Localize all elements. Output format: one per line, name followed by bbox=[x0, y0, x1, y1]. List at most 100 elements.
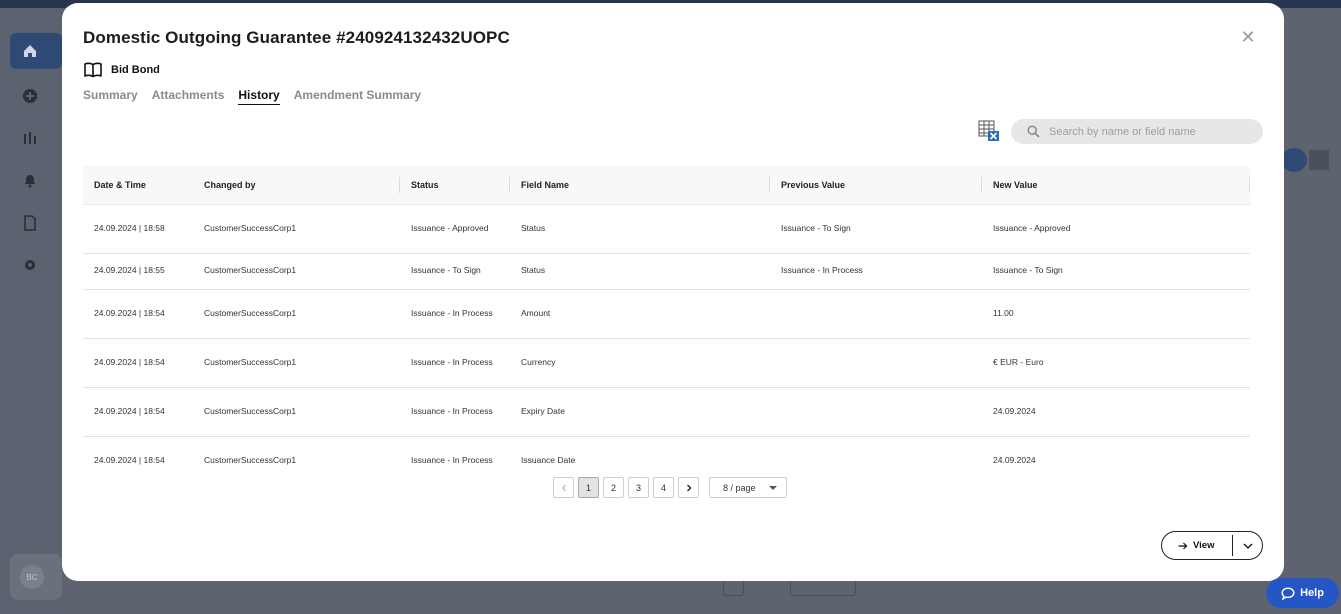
view-options-dropdown[interactable] bbox=[1233, 532, 1262, 559]
sidebar-item-reports bbox=[10, 120, 62, 156]
cell-date-time: 24.09.2024 | 18:54 bbox=[83, 387, 193, 437]
cell-status: Issuance - To Sign bbox=[400, 253, 510, 290]
view-button[interactable]: View bbox=[1162, 532, 1232, 559]
search-field[interactable] bbox=[1011, 119, 1263, 144]
user-profile: BC bbox=[10, 554, 62, 600]
close-icon[interactable]: ✕ bbox=[1238, 27, 1258, 47]
table-row: 24.09.2024 | 18:54 CustomerSuccessCorp1 … bbox=[83, 436, 1250, 468]
bar-chart-icon bbox=[24, 132, 36, 144]
home-icon bbox=[24, 45, 36, 57]
help-label: Help bbox=[1300, 587, 1324, 599]
cell-changed-by: CustomerSuccessCorp1 bbox=[193, 253, 400, 290]
chevron-right-icon bbox=[686, 484, 691, 491]
column-header-date-time[interactable]: Date & Time bbox=[83, 166, 193, 205]
tab-bar: Summary Attachments History Amendment Su… bbox=[83, 88, 421, 105]
sidebar: BC bbox=[0, 8, 62, 614]
column-header-changed-by[interactable]: Changed by bbox=[193, 166, 400, 205]
search-icon bbox=[1027, 125, 1040, 138]
cell-date-time: 24.09.2024 | 18:55 bbox=[83, 253, 193, 290]
tab-amendment-summary[interactable]: Amendment Summary bbox=[294, 88, 421, 105]
cell-new-value: Issuance - To Sign bbox=[982, 253, 1250, 290]
table-row: 24.09.2024 | 18:55 CustomerSuccessCorp1 … bbox=[83, 253, 1250, 290]
cell-changed-by: CustomerSuccessCorp1 bbox=[193, 387, 400, 437]
cell-previous-value bbox=[770, 289, 982, 339]
sidebar-item-admin bbox=[10, 247, 62, 283]
guarantee-type-label: Bid Bond bbox=[111, 64, 160, 76]
background-view-toggle bbox=[1281, 148, 1331, 172]
table-row: 24.09.2024 | 18:54 CustomerSuccessCorp1 … bbox=[83, 289, 1250, 339]
cell-new-value: € EUR - Euro bbox=[982, 338, 1250, 388]
view-split-button: View bbox=[1161, 531, 1263, 560]
cell-field-name: Currency bbox=[510, 338, 770, 388]
bell-icon bbox=[25, 175, 35, 188]
modal-title: Domestic Outgoing Guarantee #24092413243… bbox=[83, 28, 510, 47]
help-button[interactable]: Help bbox=[1266, 578, 1339, 608]
table-header-row: Date & Time Changed by Status Field Name… bbox=[83, 166, 1250, 205]
guarantee-details-modal: Domestic Outgoing Guarantee #24092413243… bbox=[62, 3, 1284, 581]
sidebar-item-notifications bbox=[10, 162, 62, 198]
column-header-status[interactable]: Status bbox=[400, 166, 510, 205]
column-header-previous-value[interactable]: Previous Value bbox=[770, 166, 982, 205]
cell-field-name: Issuance Date bbox=[510, 436, 770, 468]
sidebar-item-home bbox=[10, 33, 62, 69]
cell-previous-value bbox=[770, 436, 982, 468]
page-size-select[interactable]: 8 / page bbox=[709, 477, 787, 498]
page-button-2[interactable]: 2 bbox=[603, 477, 624, 498]
tab-history[interactable]: History bbox=[238, 88, 280, 105]
cell-previous-value: Issuance - To Sign bbox=[770, 204, 982, 254]
caret-down-icon bbox=[769, 486, 777, 490]
column-header-new-value[interactable]: New Value bbox=[982, 166, 1250, 205]
column-header-field-name[interactable]: Field Name bbox=[510, 166, 770, 205]
chevron-left-icon bbox=[561, 484, 566, 491]
page-size-value: 8 / page bbox=[723, 482, 756, 493]
cell-status: Issuance - In Process bbox=[400, 387, 510, 437]
table-row: 24.09.2024 | 18:54 CustomerSuccessCorp1 … bbox=[83, 387, 1250, 437]
cell-status: Issuance - In Process bbox=[400, 436, 510, 468]
grid-view-icon bbox=[1281, 148, 1307, 172]
page-button-3[interactable]: 3 bbox=[628, 477, 649, 498]
history-table: Date & Time Changed by Status Field Name… bbox=[83, 166, 1250, 468]
cell-new-value: 24.09.2024 bbox=[982, 436, 1250, 468]
cell-date-time: 24.09.2024 | 18:54 bbox=[83, 289, 193, 339]
list-view-icon bbox=[1309, 150, 1329, 170]
document-icon bbox=[24, 215, 36, 231]
cell-previous-value bbox=[770, 338, 982, 388]
pagination: 1 2 3 4 8 / page bbox=[553, 477, 787, 498]
gear-icon bbox=[25, 260, 35, 270]
next-page-button[interactable] bbox=[678, 477, 699, 498]
cell-previous-value bbox=[770, 387, 982, 437]
sidebar-item-new bbox=[10, 78, 62, 114]
page-button-4[interactable]: 4 bbox=[653, 477, 674, 498]
sidebar-item-tasks bbox=[10, 205, 62, 241]
cell-date-time: 24.09.2024 | 18:54 bbox=[83, 436, 193, 468]
cell-field-name: Status bbox=[510, 253, 770, 290]
cell-status: Issuance - In Process bbox=[400, 338, 510, 388]
chat-bubble-icon bbox=[1281, 586, 1295, 600]
avatar: BC bbox=[20, 565, 44, 589]
cell-field-name: Amount bbox=[510, 289, 770, 339]
guarantee-type: Bid Bond bbox=[83, 60, 160, 80]
plus-circle-icon bbox=[23, 89, 37, 103]
cell-date-time: 24.09.2024 | 18:58 bbox=[83, 204, 193, 254]
export-excel-icon[interactable] bbox=[978, 120, 1000, 142]
search-input[interactable] bbox=[1049, 125, 1249, 138]
tab-attachments[interactable]: Attachments bbox=[152, 88, 225, 105]
page-button-1[interactable]: 1 bbox=[578, 477, 599, 498]
prev-page-button[interactable] bbox=[553, 477, 574, 498]
cell-changed-by: CustomerSuccessCorp1 bbox=[193, 436, 400, 468]
cell-changed-by: CustomerSuccessCorp1 bbox=[193, 289, 400, 339]
arrow-right-icon bbox=[1178, 542, 1188, 549]
table-row: 24.09.2024 | 18:54 CustomerSuccessCorp1 … bbox=[83, 338, 1250, 388]
cell-status: Issuance - Approved bbox=[400, 204, 510, 254]
table-row: 24.09.2024 | 18:58 CustomerSuccessCorp1 … bbox=[83, 204, 1250, 254]
cell-date-time: 24.09.2024 | 18:54 bbox=[83, 338, 193, 388]
cell-new-value: 11.00 bbox=[982, 289, 1250, 339]
cell-status: Issuance - In Process bbox=[400, 289, 510, 339]
cell-new-value: Issuance - Approved bbox=[982, 204, 1250, 254]
cell-new-value: 24.09.2024 bbox=[982, 387, 1250, 437]
tab-summary[interactable]: Summary bbox=[83, 88, 138, 105]
chevron-down-icon bbox=[1243, 543, 1252, 549]
cell-changed-by: CustomerSuccessCorp1 bbox=[193, 338, 400, 388]
cell-previous-value: Issuance - In Process bbox=[770, 253, 982, 290]
cell-field-name: Status bbox=[510, 204, 770, 254]
